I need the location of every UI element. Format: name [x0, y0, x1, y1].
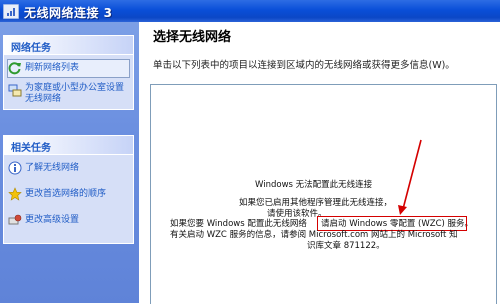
star-icon	[8, 187, 22, 201]
network-tasks-header[interactable]: 网络任务	[4, 36, 133, 55]
window-title: 无线网络连接 3	[24, 6, 113, 20]
advanced-settings-link[interactable]: 更改高级设置	[8, 213, 129, 227]
learn-wireless-link[interactable]: 了解无线网络	[8, 161, 129, 175]
task-pane: 网络任务 刷新网络列表 为家庭或小型办公室设置无线网络 相关任务 了解无线网络 …	[0, 22, 139, 303]
settings-icon	[8, 214, 22, 225]
page-title: 选择无线网络	[153, 30, 232, 45]
main-content: 选择无线网络 单击以下列表中的项目以连接到区域内的无线网络或获得更多信息(W)。…	[139, 22, 500, 304]
annotation-arrow	[398, 139, 422, 215]
wireless-network-icon	[3, 4, 19, 19]
title-bar: 无线网络连接 3	[0, 0, 500, 22]
network-list[interactable]: Windows 无法配置此无线连接 如果您已启用其他程序管理此无线连接， 请使用…	[150, 84, 497, 304]
instruction-text: 单击以下列表中的项目以连接到区域内的无线网络或获得更多信息(W)。	[153, 60, 455, 71]
refresh-icon	[8, 62, 21, 75]
change-preferred-order-link[interactable]: 更改首选网络的顺序	[8, 187, 129, 201]
setup-home-network-link[interactable]: 为家庭或小型办公室设置无线网络	[8, 83, 129, 105]
network-setup-icon	[8, 84, 22, 97]
refresh-network-list-link[interactable]: 刷新网络列表	[7, 59, 130, 78]
related-tasks-group: 相关任务 了解无线网络 更改首选网络的顺序 更改高级设置	[3, 135, 134, 244]
related-tasks-header[interactable]: 相关任务	[4, 136, 133, 155]
network-tasks-group: 网络任务 刷新网络列表 为家庭或小型办公室设置无线网络	[3, 35, 134, 110]
info-icon	[8, 161, 22, 175]
